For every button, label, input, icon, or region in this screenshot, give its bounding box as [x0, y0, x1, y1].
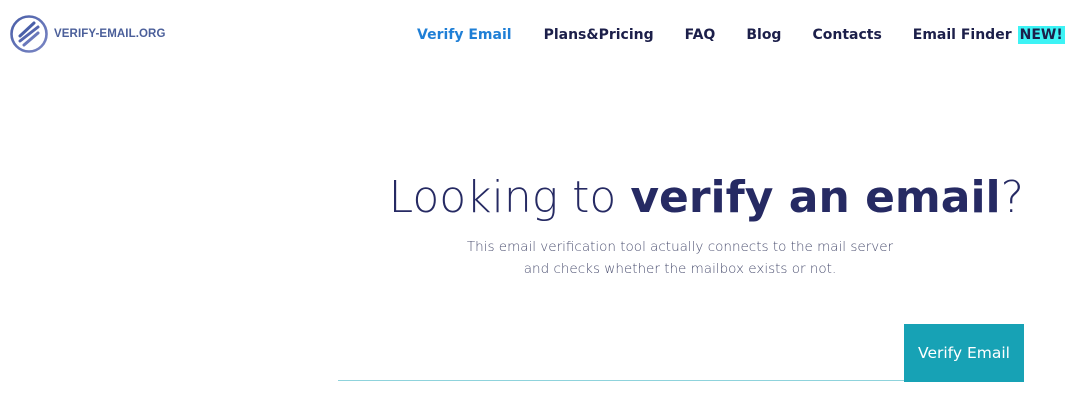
nav-item-email-finder[interactable]: Email Finder NEW!	[913, 26, 1065, 44]
nav-item-blog[interactable]: Blog	[746, 26, 781, 44]
brand-name: VERIFY-EMAIL.ORG	[54, 28, 166, 40]
hero-title-suffix: ?	[1000, 172, 1024, 223]
new-badge: NEW!	[1017, 26, 1065, 44]
email-input[interactable]	[338, 325, 904, 381]
site-logo[interactable]: VERIFY-EMAIL.ORG	[9, 14, 166, 54]
site-header: VERIFY-EMAIL.ORG Verify Email Plans&Pric…	[0, 0, 1080, 70]
page: VERIFY-EMAIL.ORG Verify Email Plans&Pric…	[0, 0, 1080, 409]
nav-item-plans-pricing[interactable]: Plans&Pricing	[544, 26, 654, 44]
verify-email-button[interactable]: Verify Email	[904, 324, 1024, 382]
nav-item-email-finder-label: Email Finder	[912, 27, 1012, 43]
hero-title-prefix: Looking to	[388, 172, 631, 223]
hero-title: Looking to verify an email?	[338, 170, 1024, 226]
nav-item-verify-email[interactable]: Verify Email	[417, 26, 512, 44]
hero-subtitle-line-1: This email verification tool actually co…	[466, 239, 894, 255]
hero-title-emphasis: verify an email	[630, 172, 1001, 223]
verify-email-logo-icon	[10, 15, 48, 53]
main-nav: Verify Email Plans&Pricing FAQ Blog Cont…	[417, 26, 1065, 44]
hero-subtitle: This email verification tool actually co…	[440, 236, 920, 280]
nav-item-faq[interactable]: FAQ	[685, 26, 716, 44]
nav-item-contacts[interactable]: Contacts	[812, 26, 881, 44]
hero-subtitle-line-2: and checks whether the mailbox exists or…	[523, 261, 837, 277]
